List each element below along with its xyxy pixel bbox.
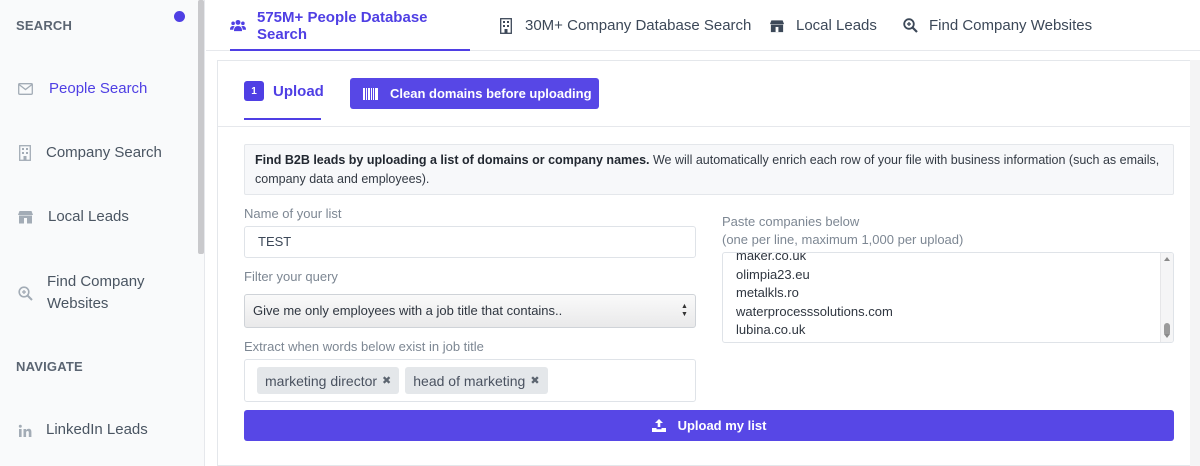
building-icon: [16, 144, 34, 162]
job-title-tags-input[interactable]: marketing director ✖ head of marketing ✖: [244, 359, 696, 402]
companies-textarea[interactable]: maker.co.uk olimpia23.eu metalkls.ro wat…: [722, 252, 1174, 343]
list-name-input[interactable]: TEST: [244, 226, 696, 258]
upload-list-label: Upload my list: [677, 418, 767, 433]
page-scrollbar[interactable]: [1190, 60, 1200, 466]
top-tabs: 575M+ People Database Search 30M+ Compan…: [206, 0, 1200, 51]
tab-label: Find Company Websites: [929, 17, 1093, 34]
search-plus-icon: [902, 18, 918, 34]
tab-label: 30M+ Company Database Search: [525, 17, 752, 34]
clean-domains-label: Clean domains before uploading: [390, 86, 592, 101]
sidebar-item-people-search[interactable]: People Search: [0, 78, 196, 102]
upload-icon: [651, 419, 666, 432]
paste-hint: (one per line, maximum 1,000 per upload): [722, 232, 964, 247]
building-icon: [498, 17, 514, 34]
tab-people-database-search[interactable]: 575M+ People Database Search: [230, 0, 470, 51]
clean-domains-button[interactable]: Clean domains before uploading: [350, 78, 599, 109]
tab-local-leads[interactable]: Local Leads: [769, 0, 877, 51]
company-line: waterprocesssolutions.com: [736, 303, 893, 319]
sidebar-item-local-leads[interactable]: Local Leads: [0, 206, 196, 230]
sidebar-heading-navigate: NAVIGATE: [16, 359, 83, 374]
sidebar-heading-search: SEARCH: [16, 18, 73, 33]
tag-label: head of marketing: [413, 372, 526, 389]
linkedin-icon: [16, 422, 34, 440]
extract-label: Extract when words below exist in job ti…: [244, 339, 484, 354]
sidebar-item-label: LinkedIn Leads: [46, 421, 148, 438]
company-line: metalkls.ro: [736, 285, 799, 300]
filter-select[interactable]: Give me only employees with a job title …: [244, 294, 696, 328]
textarea-scrollbar[interactable]: [1160, 253, 1173, 342]
card-header: 1 Upload Clean domains before uploading: [218, 61, 1200, 127]
step-badge: 1: [244, 81, 264, 101]
filter-label: Filter your query: [244, 269, 338, 284]
tab-find-company-websites[interactable]: Find Company Websites: [902, 0, 1092, 51]
sidebar-item-linkedin-leads[interactable]: LinkedIn Leads: [0, 419, 196, 443]
sidebar-item-label: Company Search: [46, 144, 162, 161]
sidebar-item-label: Find Company Websites: [47, 273, 145, 312]
remove-tag-icon[interactable]: ✖: [530, 374, 539, 387]
companies-list: maker.co.uk olimpia23.eu metalkls.ro wat…: [736, 252, 893, 340]
filter-select-value: Give me only employees with a job title …: [253, 303, 563, 318]
remove-tag-icon[interactable]: ✖: [382, 374, 391, 387]
tag-chip[interactable]: marketing director ✖: [257, 367, 400, 394]
envelope-icon: [16, 80, 34, 98]
barcode-icon: [363, 87, 378, 100]
shop-icon: [16, 208, 34, 226]
tab-upload[interactable]: Upload: [273, 83, 324, 100]
company-line: olimpia23.eu: [736, 266, 810, 282]
active-tab-indicator: [244, 118, 321, 120]
tab-label: Local Leads: [796, 17, 877, 34]
tag-label: marketing director: [265, 372, 378, 389]
sidebar: SEARCH People Search Company Search Loca…: [0, 0, 205, 466]
users-icon: [230, 18, 246, 34]
company-line: lubina.co.uk: [736, 322, 806, 337]
sidebar-item-label: People Search: [49, 80, 148, 97]
tag-chip[interactable]: head of marketing ✖: [405, 367, 548, 394]
notification-dot: [174, 11, 185, 22]
shop-icon: [769, 18, 785, 34]
sidebar-item-find-company-websites[interactable]: Find Company Websites: [0, 271, 196, 317]
upload-list-button[interactable]: Upload my list: [244, 410, 1174, 441]
upload-card: 1 Upload Clean domains before uploading …: [217, 60, 1200, 466]
sidebar-item-label: Local Leads: [48, 208, 129, 225]
scroll-down-icon[interactable]: [1164, 334, 1170, 338]
info-bold-text: Find B2B leads by uploading a list of do…: [255, 153, 650, 167]
list-name-label: Name of your list: [244, 206, 342, 221]
tab-label: 575M+ People Database Search: [257, 8, 428, 43]
tab-company-database-search[interactable]: 30M+ Company Database Search: [498, 0, 751, 51]
sidebar-scrollbar[interactable]: [198, 0, 204, 254]
scroll-up-icon[interactable]: [1164, 257, 1170, 261]
select-arrows-icon: ▲ ▼: [681, 303, 688, 318]
sidebar-item-company-search[interactable]: Company Search: [0, 142, 196, 166]
paste-label: Paste companies below: [722, 214, 860, 229]
company-line: maker.co.uk: [736, 252, 807, 263]
info-box: Find B2B leads by uploading a list of do…: [244, 144, 1174, 195]
search-plus-icon: [16, 284, 34, 302]
